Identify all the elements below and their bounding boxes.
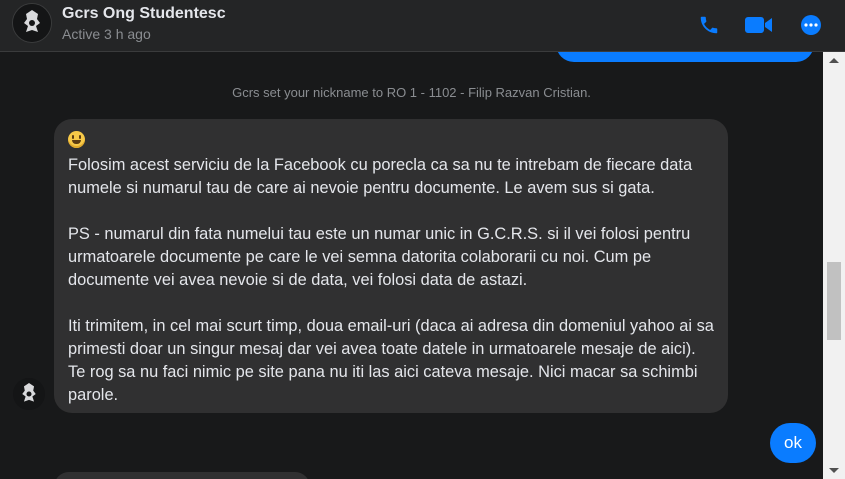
phone-icon[interactable] bbox=[694, 10, 724, 40]
video-icon[interactable] bbox=[744, 10, 774, 40]
chat-header: Gcrs Ong Studentesc Active 3 h ago bbox=[0, 0, 845, 52]
sender-avatar[interactable] bbox=[13, 378, 45, 410]
nickname-notice: Gcrs set your nickname to RO 1 - 1102 - … bbox=[232, 85, 591, 100]
message-paragraph: Folosim acest serviciu de la Facebook cu… bbox=[68, 156, 693, 198]
message-paragraph: Iti trimitem, in cel mai scurt timp, dou… bbox=[68, 317, 714, 405]
scroll-up-arrow-icon[interactable] bbox=[829, 58, 839, 63]
sent-message-bubble[interactable] bbox=[556, 52, 814, 62]
more-icon[interactable] bbox=[796, 10, 826, 40]
scrollbar[interactable] bbox=[823, 52, 845, 479]
received-message-bubble[interactable]: Folosim acest serviciu de la Facebook cu… bbox=[54, 119, 728, 413]
received-message-bubble-partial[interactable] bbox=[54, 472, 310, 479]
contact-name[interactable]: Gcrs Ong Studentesc bbox=[62, 5, 226, 23]
message-list[interactable]: Gcrs set your nickname to RO 1 - 1102 - … bbox=[0, 52, 823, 479]
grinning-face-icon bbox=[68, 131, 85, 149]
sent-ok-bubble[interactable]: ok bbox=[770, 423, 816, 463]
contact-avatar[interactable] bbox=[12, 3, 52, 43]
scrollbar-thumb[interactable] bbox=[827, 262, 841, 340]
scroll-down-arrow-icon[interactable] bbox=[829, 468, 839, 473]
message-paragraph: PS - numarul din fata numelui tau este u… bbox=[68, 225, 691, 290]
active-status: Active 3 h ago bbox=[62, 26, 151, 42]
